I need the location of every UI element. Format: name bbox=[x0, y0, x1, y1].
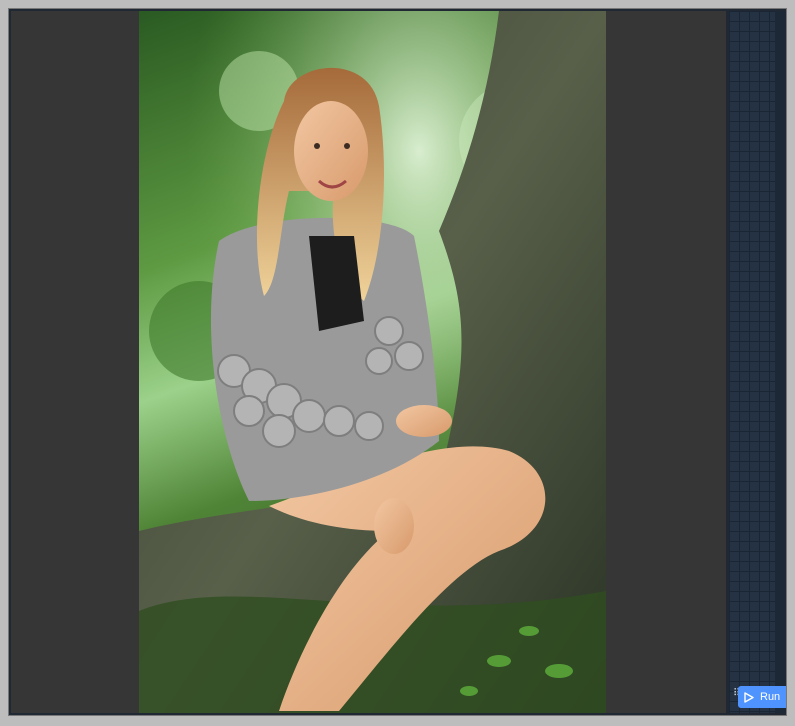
photo-illustration bbox=[139, 11, 606, 713]
run-button[interactable]: Run bbox=[738, 686, 786, 708]
app-frame bbox=[8, 8, 787, 716]
image-viewer-pane bbox=[11, 11, 726, 713]
panel-edge bbox=[775, 11, 785, 713]
play-icon bbox=[744, 691, 754, 703]
photo bbox=[139, 11, 606, 713]
run-button-label: Run bbox=[760, 691, 781, 703]
